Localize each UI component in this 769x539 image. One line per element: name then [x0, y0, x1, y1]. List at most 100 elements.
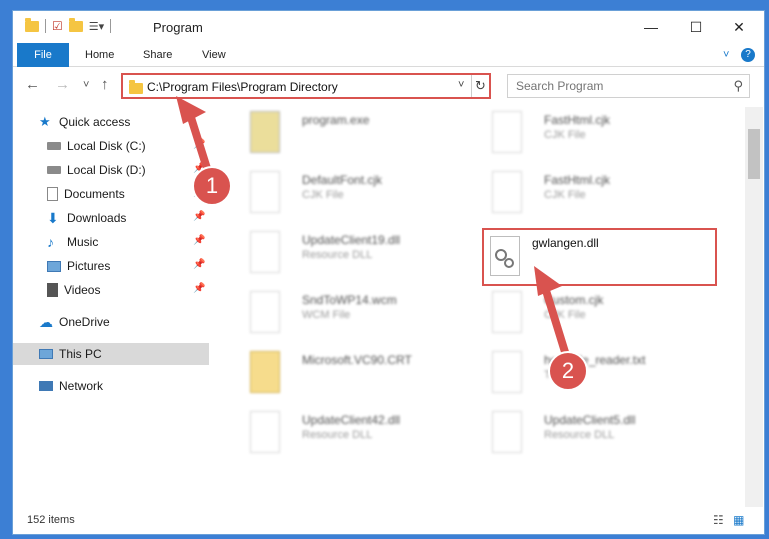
- video-icon: [47, 283, 58, 297]
- file-name: Custom.cjk: [544, 293, 604, 307]
- file-type: CJK File: [544, 129, 586, 141]
- details-view-icon[interactable]: ☷: [713, 513, 724, 527]
- back-button[interactable]: ←: [25, 76, 40, 93]
- computer-icon: [39, 349, 53, 359]
- item-count: 152 items: [27, 514, 75, 526]
- scrollbar-thumb[interactable]: [748, 129, 760, 179]
- divider: [45, 19, 46, 33]
- sidebar-item-videos[interactable]: Videos 📌: [13, 279, 209, 301]
- file-item[interactable]: program.exe: [230, 107, 460, 165]
- file-item[interactable]: Custom.cjk CJK File: [472, 287, 702, 345]
- sidebar-item-local-disk-c[interactable]: Local Disk (C:) 📌: [13, 135, 209, 157]
- address-path[interactable]: C:\Program Files\Program Directory: [147, 80, 338, 94]
- sidebar-item-label: This PC: [59, 347, 102, 361]
- forward-button[interactable]: →: [55, 76, 70, 93]
- tab-file[interactable]: File: [17, 43, 69, 67]
- download-icon: ⬇: [47, 210, 59, 226]
- sidebar-item-pictures[interactable]: Pictures 📌: [13, 255, 209, 277]
- sidebar-item-this-pc[interactable]: This PC: [13, 343, 209, 365]
- dll-file-icon: [492, 411, 522, 453]
- file-icon: [492, 111, 522, 153]
- file-type: CJK File: [544, 189, 586, 201]
- address-row: ← → ˅ ↑ C:\Program Files\Program Directo…: [13, 68, 764, 102]
- music-icon: ♪: [47, 234, 54, 250]
- pin-icon[interactable]: 📌: [193, 139, 205, 150]
- folder-icon: [25, 17, 39, 32]
- sidebar-item-label: Quick access: [59, 115, 131, 129]
- sidebar-item-music[interactable]: ♪ Music 📌: [13, 231, 209, 253]
- step-2-badge: 2: [548, 351, 588, 391]
- recent-locations-button[interactable]: ˅: [83, 79, 89, 91]
- dll-file-icon: [250, 411, 280, 453]
- pin-icon[interactable]: 📌: [193, 283, 205, 294]
- file-icon: [250, 291, 280, 333]
- file-name: SndToWP14.wcm: [302, 293, 397, 307]
- sidebar-item-label: Videos: [64, 283, 101, 297]
- star-icon: ★: [39, 114, 51, 129]
- search-box[interactable]: ⚲: [507, 74, 750, 98]
- document-icon: [47, 187, 58, 201]
- file-item[interactable]: UpdateClient19.dll Resource DLL: [230, 227, 460, 285]
- navigation-pane: ★ Quick access Local Disk (C:) 📌 Local D…: [13, 107, 209, 503]
- address-dropdown-icon[interactable]: ˅: [458, 79, 464, 91]
- sidebar-item-onedrive[interactable]: ☁ OneDrive: [13, 311, 209, 333]
- pin-icon[interactable]: 📌: [193, 259, 205, 270]
- help-icon[interactable]: ?: [741, 48, 755, 62]
- large-icons-view-icon[interactable]: ▦: [733, 513, 744, 527]
- folder-icon: [250, 351, 280, 393]
- tab-home[interactable]: Home: [85, 43, 114, 67]
- file-name: DefaultFont.cjk: [302, 173, 383, 187]
- properties-icon[interactable]: ☑: [52, 19, 63, 33]
- close-button[interactable]: ✕: [716, 11, 762, 43]
- vertical-scrollbar[interactable]: [745, 107, 763, 507]
- file-name: FastHtml.cjk: [544, 113, 610, 127]
- file-item[interactable]: UpdateClient5.dll Resource DLL: [472, 407, 702, 465]
- customize-icon[interactable]: ☰▾: [89, 20, 104, 33]
- file-name: UpdateClient42.dll: [302, 413, 401, 427]
- search-input[interactable]: [508, 75, 723, 97]
- pin-icon[interactable]: 📌: [193, 211, 205, 222]
- divider: [110, 19, 112, 33]
- pin-icon[interactable]: 📌: [193, 235, 205, 246]
- window-title: Program: [153, 20, 203, 35]
- sidebar-item-label: Local Disk (C:): [67, 139, 146, 153]
- file-item[interactable]: SndToWP14.wcm WCM File: [230, 287, 460, 345]
- file-name: FastHtml.cjk: [544, 173, 610, 187]
- file-item[interactable]: FastHtml.cjk CJK File: [472, 107, 702, 165]
- sidebar-item-downloads[interactable]: ⬇ Downloads 📌: [13, 207, 209, 229]
- file-item[interactable]: Microsoft.VC90.CRT: [230, 347, 460, 405]
- sidebar-item-network[interactable]: Network: [13, 375, 209, 397]
- file-item[interactable]: DefaultFont.cjk CJK File: [230, 167, 460, 225]
- new-folder-icon[interactable]: [68, 17, 83, 32]
- file-icon: [250, 171, 280, 213]
- search-icon[interactable]: ⚲: [733, 78, 743, 94]
- tab-view[interactable]: View: [202, 43, 226, 67]
- ribbon-tabs: File Home Share View ˅ ?: [13, 43, 764, 67]
- maximize-button[interactable]: ☐: [673, 11, 719, 43]
- folder-icon: [129, 80, 143, 94]
- cloud-icon: ☁: [39, 314, 53, 330]
- up-button[interactable]: ↑: [101, 76, 109, 93]
- highlighted-file-item[interactable]: gwlangen.dll: [482, 228, 717, 286]
- file-icon: [492, 291, 522, 333]
- sidebar-item-documents[interactable]: Documents 📌: [13, 183, 209, 205]
- sidebar-item-label: Documents: [64, 187, 125, 201]
- address-bar[interactable]: C:\Program Files\Program Directory ˅ ↻: [121, 73, 491, 99]
- file-name: gwlangen.dll: [532, 236, 599, 250]
- refresh-button[interactable]: ↻: [471, 75, 489, 97]
- sidebar-item-label: Pictures: [67, 259, 111, 273]
- sidebar-item-quick-access[interactable]: ★ Quick access: [13, 111, 209, 133]
- title-bar: ☑ ☰▾ Program — ☐ ✕: [13, 11, 764, 43]
- minimize-button[interactable]: —: [628, 11, 674, 43]
- view-toggle: ☷ ▦: [713, 513, 744, 527]
- network-icon: [39, 381, 53, 391]
- ribbon-collapse-icon[interactable]: ˅: [723, 43, 729, 67]
- sidebar-item-local-disk-d[interactable]: Local Disk (D:) 📌: [13, 159, 209, 181]
- file-item[interactable]: FastHtml.cjk CJK File: [472, 167, 702, 225]
- file-item[interactable]: UpdateClient42.dll Resource DLL: [230, 407, 460, 465]
- drive-icon: [47, 142, 61, 150]
- file-name: UpdateClient19.dll: [302, 233, 401, 247]
- tab-share[interactable]: Share: [143, 43, 172, 67]
- file-type: CJK File: [302, 189, 344, 201]
- file-name: program.exe: [302, 113, 370, 127]
